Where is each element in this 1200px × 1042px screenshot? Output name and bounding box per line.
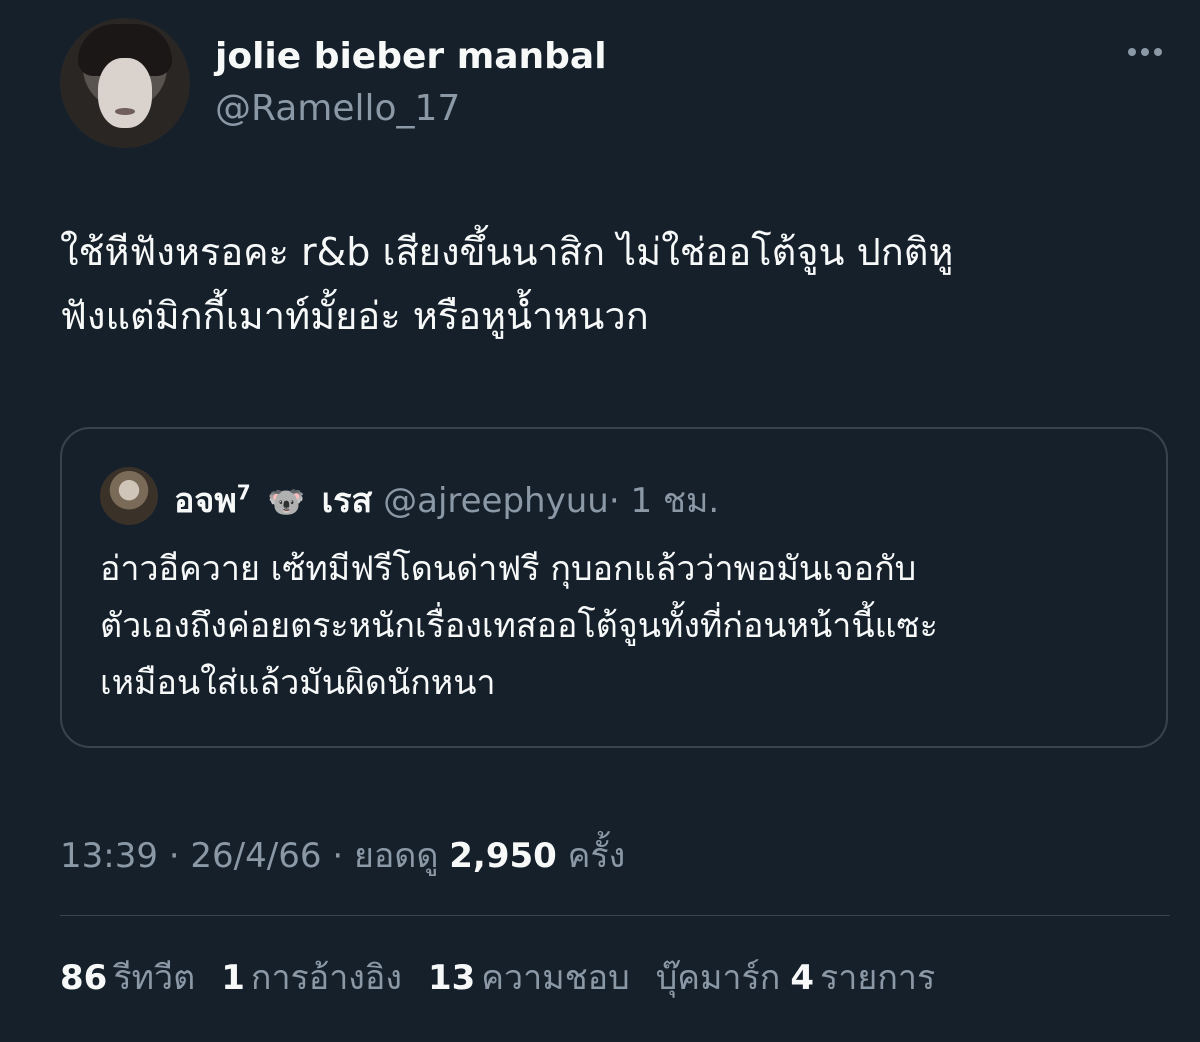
retweets-count: 86 bbox=[60, 958, 108, 998]
tweet-time[interactable]: 13:39 bbox=[60, 836, 158, 876]
quoted-author-handle: @ajreephyuu bbox=[383, 481, 609, 521]
author-handle[interactable]: @Ramello_17 bbox=[215, 88, 460, 129]
retweets-stat[interactable]: 86 รีทวีต bbox=[60, 950, 195, 1004]
likes-label: ความชอบ bbox=[481, 958, 630, 998]
tweet-text: ใช้หีฟังหรอคะ r&b เสียงขึ้นนาสิก ไม่ใช่อ… bbox=[60, 220, 1170, 348]
avatar-face bbox=[98, 58, 152, 128]
views-count[interactable]: 2,950 bbox=[449, 836, 557, 876]
views-unit: ครั้ง bbox=[567, 836, 626, 876]
divider bbox=[60, 915, 1170, 916]
tweet-text-line: ใช้หีฟังหรอคะ r&b เสียงขึ้นนาสิก ไม่ใช่อ… bbox=[60, 230, 954, 274]
bookmarks-label: บุ๊คมาร์ก bbox=[655, 958, 781, 998]
likes-count: 13 bbox=[427, 958, 476, 998]
bookmarks-count: 4 bbox=[790, 958, 815, 998]
author-avatar[interactable] bbox=[60, 18, 190, 148]
quoted-tweet-card[interactable]: อจพ7 🐨 เรส @ajreephyuu· 1 ชม. อ่าวอีควาย… bbox=[60, 427, 1168, 748]
tweet-detail-page: jolie bieber manbal @Ramello_17 ใช้หีฟัง… bbox=[0, 0, 1200, 1042]
engagement-stats: 86 รีทวีต 1 การอ้างอิง 13 ความชอบ บุ๊คมาร์ก… bbox=[60, 950, 935, 1004]
quoted-author-name: อจพ bbox=[174, 481, 237, 521]
bookmarks-stat[interactable]: บุ๊คมาร์ก 4 รายการ bbox=[656, 950, 936, 1004]
tweet-date[interactable]: 26/4/66 bbox=[190, 836, 321, 876]
more-dot bbox=[1128, 48, 1136, 56]
quoted-tweet-header: อจพ7 🐨 เรส @ajreephyuu· 1 ชม. bbox=[174, 473, 719, 527]
koala-emoji-icon: 🐨 bbox=[267, 485, 305, 520]
retweets-label: รีทวีต bbox=[113, 958, 196, 998]
quoted-author-name-suffix: เรส bbox=[321, 481, 373, 521]
quoted-author-name-superscript: 7 bbox=[236, 480, 251, 505]
more-dot bbox=[1154, 48, 1162, 56]
quoted-tweet-time: · 1 ชม. bbox=[608, 481, 720, 521]
quoted-text-line: อ่าวอีควาย เซ้ทมีฟรีโดนด่าฟรี กุบอกแล้วว… bbox=[100, 549, 917, 589]
quotes-stat[interactable]: 1 การอ้างอิง bbox=[221, 950, 402, 1004]
more-dot bbox=[1141, 48, 1149, 56]
tweet-text-line: ฟังแต่มิกกี้เมาท์มั้ยอ่ะ หรือหูน้ำหนวก bbox=[60, 294, 649, 338]
quotes-label: การอ้างอิง bbox=[250, 958, 402, 998]
likes-stat[interactable]: 13 ความชอบ bbox=[428, 950, 630, 1004]
quoted-tweet-text: อ่าวอีควาย เซ้ทมีฟรีโดนด่าฟรี กุบอกแล้วว… bbox=[100, 541, 1140, 712]
bookmarks-unit: รายการ bbox=[820, 958, 936, 998]
quoted-text-line: เหมือนใส่แล้วมันผิดนักหนา bbox=[100, 663, 496, 703]
more-horizontal-icon[interactable] bbox=[1128, 48, 1162, 56]
author-display-name[interactable]: jolie bieber manbal bbox=[215, 36, 607, 77]
quoted-text-line: ตัวเองถึงค่อยตระหนักเรื่องเทสออโต้จูนทั้… bbox=[100, 606, 938, 646]
views-label: ยอดดู bbox=[353, 836, 439, 876]
quoted-author-avatar bbox=[100, 467, 158, 525]
tweet-meta: 13:39 · 26/4/66 · ยอดดู 2,950 ครั้ง bbox=[60, 828, 625, 882]
avatar-lip bbox=[115, 108, 135, 115]
meta-separator: · bbox=[168, 836, 180, 876]
quotes-count: 1 bbox=[221, 958, 245, 998]
meta-separator: · bbox=[332, 836, 344, 876]
